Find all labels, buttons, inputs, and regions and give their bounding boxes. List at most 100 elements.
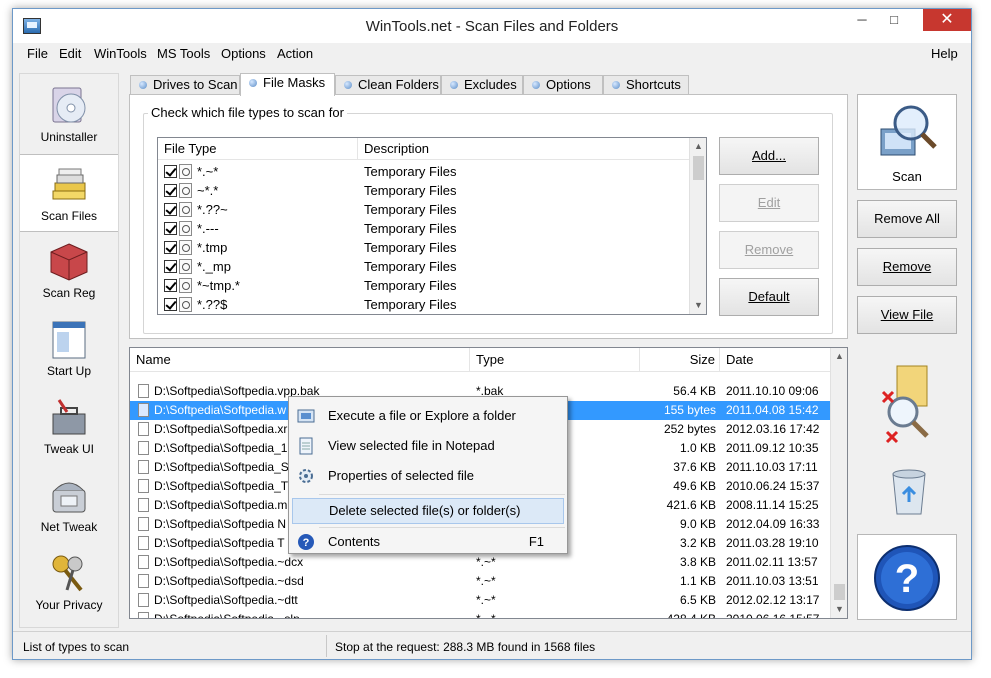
tab-bullet-icon — [344, 81, 352, 89]
list-item[interactable]: *.--- Temporary Files — [158, 219, 690, 238]
close-icon[interactable]: ✕ — [923, 9, 971, 31]
properties-gear-icon — [297, 467, 315, 485]
menu-options[interactable]: Options — [221, 46, 266, 61]
minimize-icon[interactable]: ─ — [847, 9, 877, 31]
list-item[interactable]: *.~* Temporary Files — [158, 162, 690, 181]
checkbox[interactable] — [164, 298, 177, 311]
checkbox[interactable] — [164, 165, 177, 178]
tab-clean-folders[interactable]: Clean Folders — [335, 75, 441, 95]
window-title: WinTools.net - Scan Files and Folders — [365, 18, 619, 35]
menu-file[interactable]: File — [27, 46, 48, 61]
tab-drives-to-scan[interactable]: Drives to Scan — [130, 75, 240, 95]
file-masks-list[interactable]: File Type Description *.~* Temporary File… — [157, 137, 707, 315]
context-item-view-notepad[interactable]: View selected file in Notepad — [292, 433, 564, 459]
menu-ms-tools[interactable]: MS Tools — [157, 46, 210, 61]
file-icon — [138, 612, 149, 618]
main-window: WinTools.net - Scan Files and Folders ─ … — [12, 8, 972, 660]
menu-action[interactable]: Action — [277, 46, 313, 61]
help-icon: ? — [297, 533, 315, 551]
checkbox[interactable] — [164, 279, 177, 292]
edit-mask-button[interactable]: Edit — [719, 184, 819, 222]
checkbox[interactable] — [164, 241, 177, 254]
file-icon — [138, 593, 149, 607]
tab-options[interactable]: Options — [523, 75, 603, 95]
tab-shortcuts[interactable]: Shortcuts — [603, 75, 689, 95]
table-row[interactable]: D:\Softpedia\Softpedia.~slp *.~* 428.4 KB 2… — [130, 610, 830, 618]
menu-help[interactable]: Help — [931, 46, 958, 61]
table-row[interactable]: D:\Softpedia\Softpedia.~dsd *.~* 1.1 KB 201… — [130, 572, 830, 591]
scroll-up-icon[interactable]: ▲ — [831, 348, 847, 365]
file-icon — [138, 441, 149, 455]
scroll-down-icon[interactable]: ▼ — [690, 297, 706, 314]
file-icon — [138, 536, 149, 550]
column-header-file-type[interactable]: File Type — [158, 138, 358, 160]
menu-bar: File Edit WinTools MS Tools Options Acti… — [13, 43, 971, 65]
checkbox[interactable] — [164, 260, 177, 273]
menu-separator — [319, 494, 565, 495]
status-summary: Stop at the request: 288.3 MB found in 1… — [335, 640, 596, 654]
remove-button[interactable]: Remove — [857, 248, 957, 286]
list-item[interactable]: *._mp Temporary Files — [158, 257, 690, 276]
sidebar-item-net-tweak[interactable]: Net Tweak — [20, 466, 118, 544]
file-mask-icon — [179, 259, 192, 274]
status-divider — [326, 635, 327, 657]
menu-edit[interactable]: Edit — [59, 46, 81, 61]
sidebar-item-scan-reg[interactable]: Scan Reg — [20, 232, 118, 310]
list-item[interactable]: *.??$ Temporary Files — [158, 295, 690, 314]
recycle-bin-icon[interactable] — [889, 468, 929, 516]
checkbox[interactable] — [164, 184, 177, 197]
sidebar-item-tweak-ui[interactable]: Tweak UI — [20, 388, 118, 466]
context-item-contents[interactable]: ? Contents F1 — [292, 529, 564, 555]
column-header-date[interactable]: Date — [720, 348, 830, 372]
table-row[interactable]: D:\Softpedia\Softpedia.~dtt *.~* 6.5 KB 201… — [130, 591, 830, 610]
status-hint: List of types to scan — [23, 640, 130, 654]
tab-file-masks[interactable]: File Masks — [240, 73, 335, 96]
column-header-size[interactable]: Size — [640, 348, 720, 372]
delete-search-folder-icon[interactable] — [877, 362, 941, 462]
view-file-button[interactable]: View File — [857, 296, 957, 334]
default-masks-button[interactable]: Default — [719, 278, 819, 316]
list-item[interactable]: *.??~ Temporary Files — [158, 200, 690, 219]
list-item[interactable]: ~*.* Temporary Files — [158, 181, 690, 200]
sidebar-item-uninstaller[interactable]: Uninstaller — [20, 76, 118, 154]
sidebar-item-scan-files[interactable]: Scan Files — [20, 154, 118, 232]
menu-wintools[interactable]: WinTools — [94, 46, 147, 61]
scroll-thumb[interactable] — [834, 584, 845, 600]
sidebar-label-your-privacy: Your Privacy — [35, 598, 103, 612]
file-mask-icon — [179, 164, 192, 179]
maximize-icon[interactable]: □ — [879, 9, 909, 31]
column-header-description[interactable]: Description — [358, 138, 690, 160]
tab-bullet-icon — [139, 81, 147, 89]
scan-magnifier-icon — [880, 105, 937, 156]
tools-sidebar: Uninstaller Scan Files Scan Reg Start Up… — [19, 73, 119, 628]
file-types-group-title: Check which file types to scan for — [148, 105, 347, 120]
sidebar-label-net-tweak: Net Tweak — [40, 520, 98, 534]
sidebar-item-your-privacy[interactable]: Your Privacy — [20, 544, 118, 622]
help-button[interactable]: ? — [857, 534, 957, 620]
file-icon — [138, 498, 149, 512]
scroll-up-icon[interactable]: ▲ — [690, 138, 706, 155]
list-item[interactable]: *.tmp Temporary Files — [158, 238, 690, 257]
checkbox[interactable] — [164, 222, 177, 235]
help-question-icon: ? — [874, 545, 940, 611]
context-item-execute[interactable]: Execute a file or Explore a folder — [292, 403, 564, 429]
sidebar-item-start-up[interactable]: Start Up — [20, 310, 118, 388]
remove-all-button[interactable]: Remove All — [857, 200, 957, 238]
context-item-delete[interactable]: Delete selected file(s) or folder(s) — [292, 498, 564, 524]
file-masks-scrollbar[interactable]: ▲ ▼ — [689, 138, 706, 314]
checkbox[interactable] — [164, 203, 177, 216]
scan-button[interactable]: Scan — [857, 94, 957, 190]
remove-mask-button[interactable]: Remove — [719, 231, 819, 269]
context-item-properties[interactable]: Properties of selected file — [292, 463, 564, 489]
add-mask-button[interactable]: Add... — [719, 137, 819, 175]
file-masks-panel: Check which file types to scan for File … — [129, 94, 848, 339]
scroll-down-icon[interactable]: ▼ — [831, 601, 847, 618]
column-header-type[interactable]: Type — [470, 348, 640, 372]
table-row[interactable]: D:\Softpedia\Softpedia.~dcx *.~* 3.8 KB 201… — [130, 553, 830, 572]
tab-excludes[interactable]: Excludes — [441, 75, 523, 95]
column-header-name[interactable]: Name — [130, 348, 470, 372]
found-files-scrollbar[interactable]: ▲ ▼ — [830, 348, 847, 618]
scroll-thumb[interactable] — [693, 156, 704, 180]
file-icon — [138, 384, 149, 398]
list-item[interactable]: *~tmp.* Temporary Files — [158, 276, 690, 295]
